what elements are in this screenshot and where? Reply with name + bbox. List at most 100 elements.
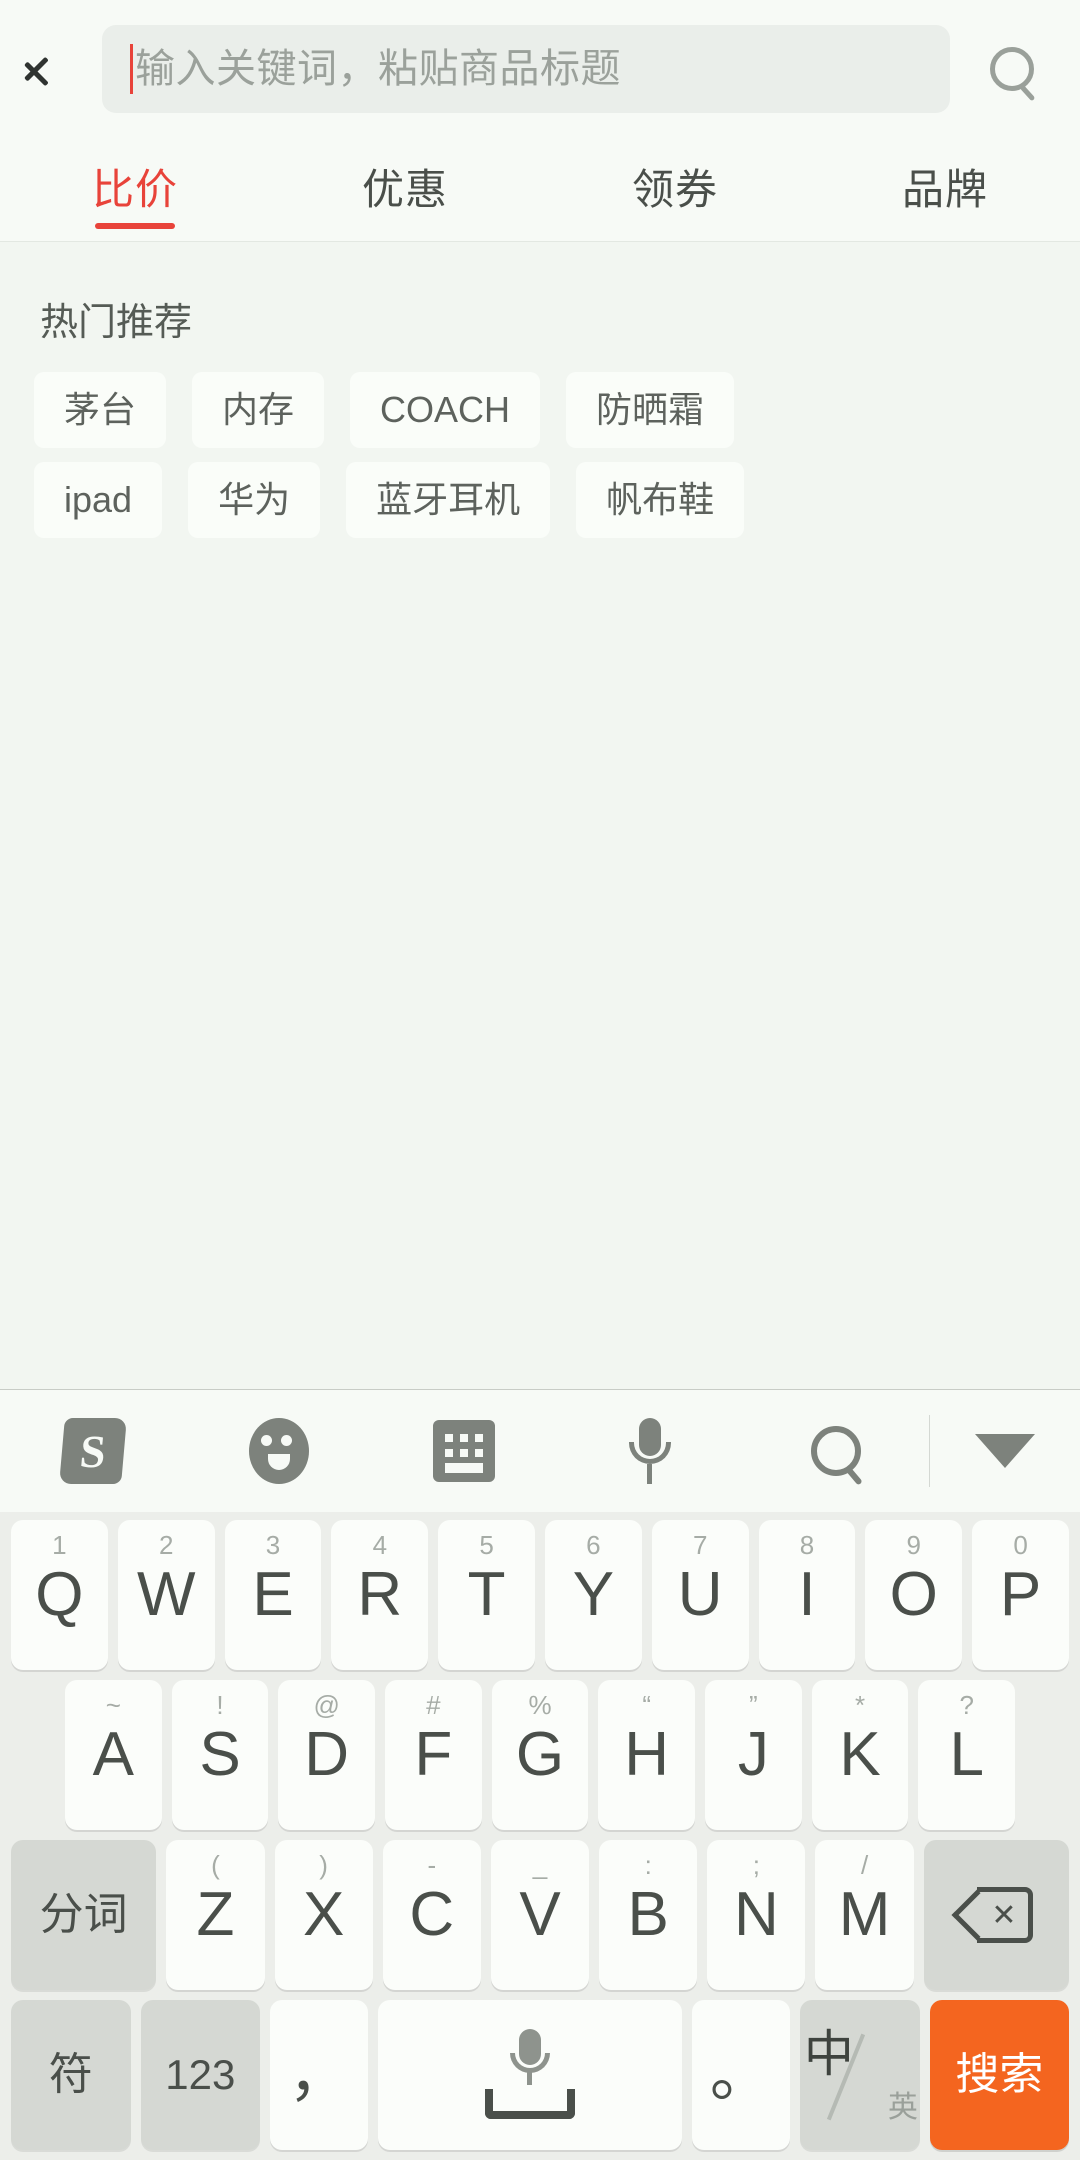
backspace-key[interactable]: ✕ <box>923 1840 1069 1990</box>
key-label: Q <box>35 1560 84 1629</box>
key-symbols[interactable]: 符 <box>11 2000 131 2150</box>
key-c[interactable]: - C <box>382 1840 481 1990</box>
key-hint: 7 <box>692 1530 708 1560</box>
key-period[interactable]: 。 <box>691 2000 790 2150</box>
hot-chip[interactable]: 帆布鞋 <box>576 462 745 538</box>
key-o[interactable]: 9 O <box>865 1520 963 1670</box>
key-label: X <box>302 1880 345 1949</box>
key-i[interactable]: 8 I <box>758 1520 856 1670</box>
key-g[interactable]: % G <box>491 1680 589 1830</box>
key-a[interactable]: ~ A <box>64 1680 162 1830</box>
tab-label: 优惠 <box>361 165 448 213</box>
keyboard-row-1: 1 Q 2 W 3 E 4 R 5 T 6 Y 7 U 8 I 9 O 0 P <box>6 1520 1074 1670</box>
key-z[interactable]: ( Z <box>166 1840 265 1990</box>
key-hint: ~ <box>105 1690 121 1720</box>
search-input[interactable]: 输入关键词，粘贴商品标题 <box>102 25 950 113</box>
key-hint: 6 <box>586 1530 601 1560</box>
key-w[interactable]: 2 W <box>117 1520 215 1670</box>
key-x[interactable]: ) X <box>274 1840 373 1990</box>
key-t[interactable]: 5 T <box>438 1520 535 1670</box>
key-y[interactable]: 6 Y <box>545 1520 642 1670</box>
tab-label: 品牌 <box>901 165 988 213</box>
key-search-enter[interactable]: 搜索 <box>929 2000 1069 2150</box>
collapse-keyboard-button[interactable] <box>930 1390 1080 1512</box>
key-hint: _ <box>532 1850 548 1880</box>
keyboard-search-button[interactable] <box>743 1390 929 1512</box>
key-label: V <box>519 1880 561 1949</box>
key-hint: @ <box>313 1690 340 1720</box>
key-label: 分词 <box>39 1890 128 1939</box>
key-label: Y <box>572 1560 615 1629</box>
tab-pinpai[interactable]: 品牌 <box>810 138 1080 241</box>
key-language-toggle[interactable]: 中 英 <box>799 2000 920 2150</box>
key-hint: 5 <box>479 1530 494 1560</box>
hot-chip[interactable]: 蓝牙耳机 <box>346 462 551 538</box>
keyboard-row-4: 符 123 ， 。 中 英 搜索 <box>6 2000 1074 2150</box>
emoji-button[interactable] <box>186 1390 372 1512</box>
key-p[interactable]: 0 P <box>972 1520 1069 1670</box>
key-word-segment[interactable]: 分词 <box>11 1840 157 1990</box>
hot-chip[interactable]: ipad <box>34 462 163 538</box>
key-l[interactable]: ? L <box>918 1680 1016 1830</box>
hot-chip[interactable]: 华为 <box>188 462 321 538</box>
key-label: J <box>737 1720 769 1789</box>
key-r[interactable]: 4 R <box>331 1520 429 1670</box>
key-comma[interactable]: ， <box>270 2000 369 2150</box>
keyboard-layout-button[interactable] <box>372 1390 558 1512</box>
key-f[interactable]: # F <box>385 1680 482 1830</box>
key-u[interactable]: 7 U <box>651 1520 749 1670</box>
key-space[interactable] <box>378 2000 682 2150</box>
key-hint: % <box>528 1690 552 1720</box>
back-button[interactable] <box>14 21 98 117</box>
content-area: 热门推荐 茅台 内存 COACH 防晒霜 ipad 华为 蓝牙耳机 帆布鞋 <box>0 242 1080 1389</box>
sogou-logo-button[interactable]: S <box>0 1390 186 1512</box>
search-screen: 输入关键词，粘贴商品标题 比价 优惠 领券 品牌 热门推荐 茅台 内存 COAC… <box>0 0 1080 2160</box>
search-placeholder: 输入关键词，粘贴商品标题 <box>135 47 621 91</box>
tab-label: 领券 <box>631 165 718 213</box>
tab-label: 比价 <box>91 165 178 213</box>
key-hint: 0 <box>1013 1530 1028 1560</box>
hot-chip[interactable]: 茅台 <box>34 372 167 448</box>
key-hint: / <box>860 1850 869 1880</box>
key-b[interactable]: : B <box>599 1840 698 1990</box>
key-label: 123 <box>165 2051 236 2098</box>
key-e[interactable]: 3 E <box>224 1520 322 1670</box>
key-hint: 9 <box>906 1530 922 1560</box>
key-k[interactable]: * K <box>811 1680 909 1830</box>
emoji-icon <box>248 1418 309 1484</box>
key-v[interactable]: _ V <box>490 1840 590 1990</box>
key-s[interactable]: ! S <box>171 1680 269 1830</box>
key-label: T <box>467 1560 506 1629</box>
key-m[interactable]: / M <box>815 1840 914 1990</box>
key-n[interactable]: ; N <box>707 1840 806 1990</box>
key-hint: 3 <box>265 1530 281 1560</box>
key-label: Z <box>196 1880 235 1949</box>
key-q[interactable]: 1 Q <box>11 1520 108 1670</box>
key-hint: # <box>426 1690 441 1720</box>
key-numbers[interactable]: 123 <box>140 2000 261 2150</box>
key-hint: - <box>427 1850 437 1880</box>
tab-active-underline <box>95 223 175 229</box>
tab-youhui[interactable]: 优惠 <box>270 138 540 241</box>
hot-chip[interactable]: 内存 <box>192 372 325 448</box>
hot-chip[interactable]: 防晒霜 <box>566 372 735 448</box>
key-j[interactable]: ” J <box>705 1680 802 1830</box>
soft-keyboard: S 1 Q 2 W 3 E 4 R 5 T 6 Y 7 U 8 I 9 O 0 … <box>0 1389 1080 2160</box>
key-d[interactable]: @ D <box>278 1680 375 1830</box>
search-submit-button[interactable] <box>966 21 1058 117</box>
key-label: N <box>733 1880 779 1949</box>
key-label: K <box>839 1720 881 1789</box>
tab-bijia[interactable]: 比价 <box>0 138 270 241</box>
voice-input-button[interactable] <box>557 1390 743 1512</box>
chevron-down-icon <box>975 1434 1035 1468</box>
keyboard-row-3: 分词 ( Z ) X - C _ V : B ; N / M ✕ <box>6 1840 1074 1990</box>
key-h[interactable]: “ H <box>598 1680 696 1830</box>
tab-lingquan[interactable]: 领券 <box>540 138 810 241</box>
key-hint: ? <box>959 1690 974 1720</box>
key-hint: “ <box>642 1690 652 1720</box>
hot-chip[interactable]: COACH <box>350 372 541 448</box>
keyboard-toolbar: S <box>0 1390 1080 1512</box>
key-hint: ( <box>211 1850 220 1880</box>
backspace-icon: ✕ <box>951 1887 1034 1943</box>
key-label: W <box>136 1560 196 1629</box>
